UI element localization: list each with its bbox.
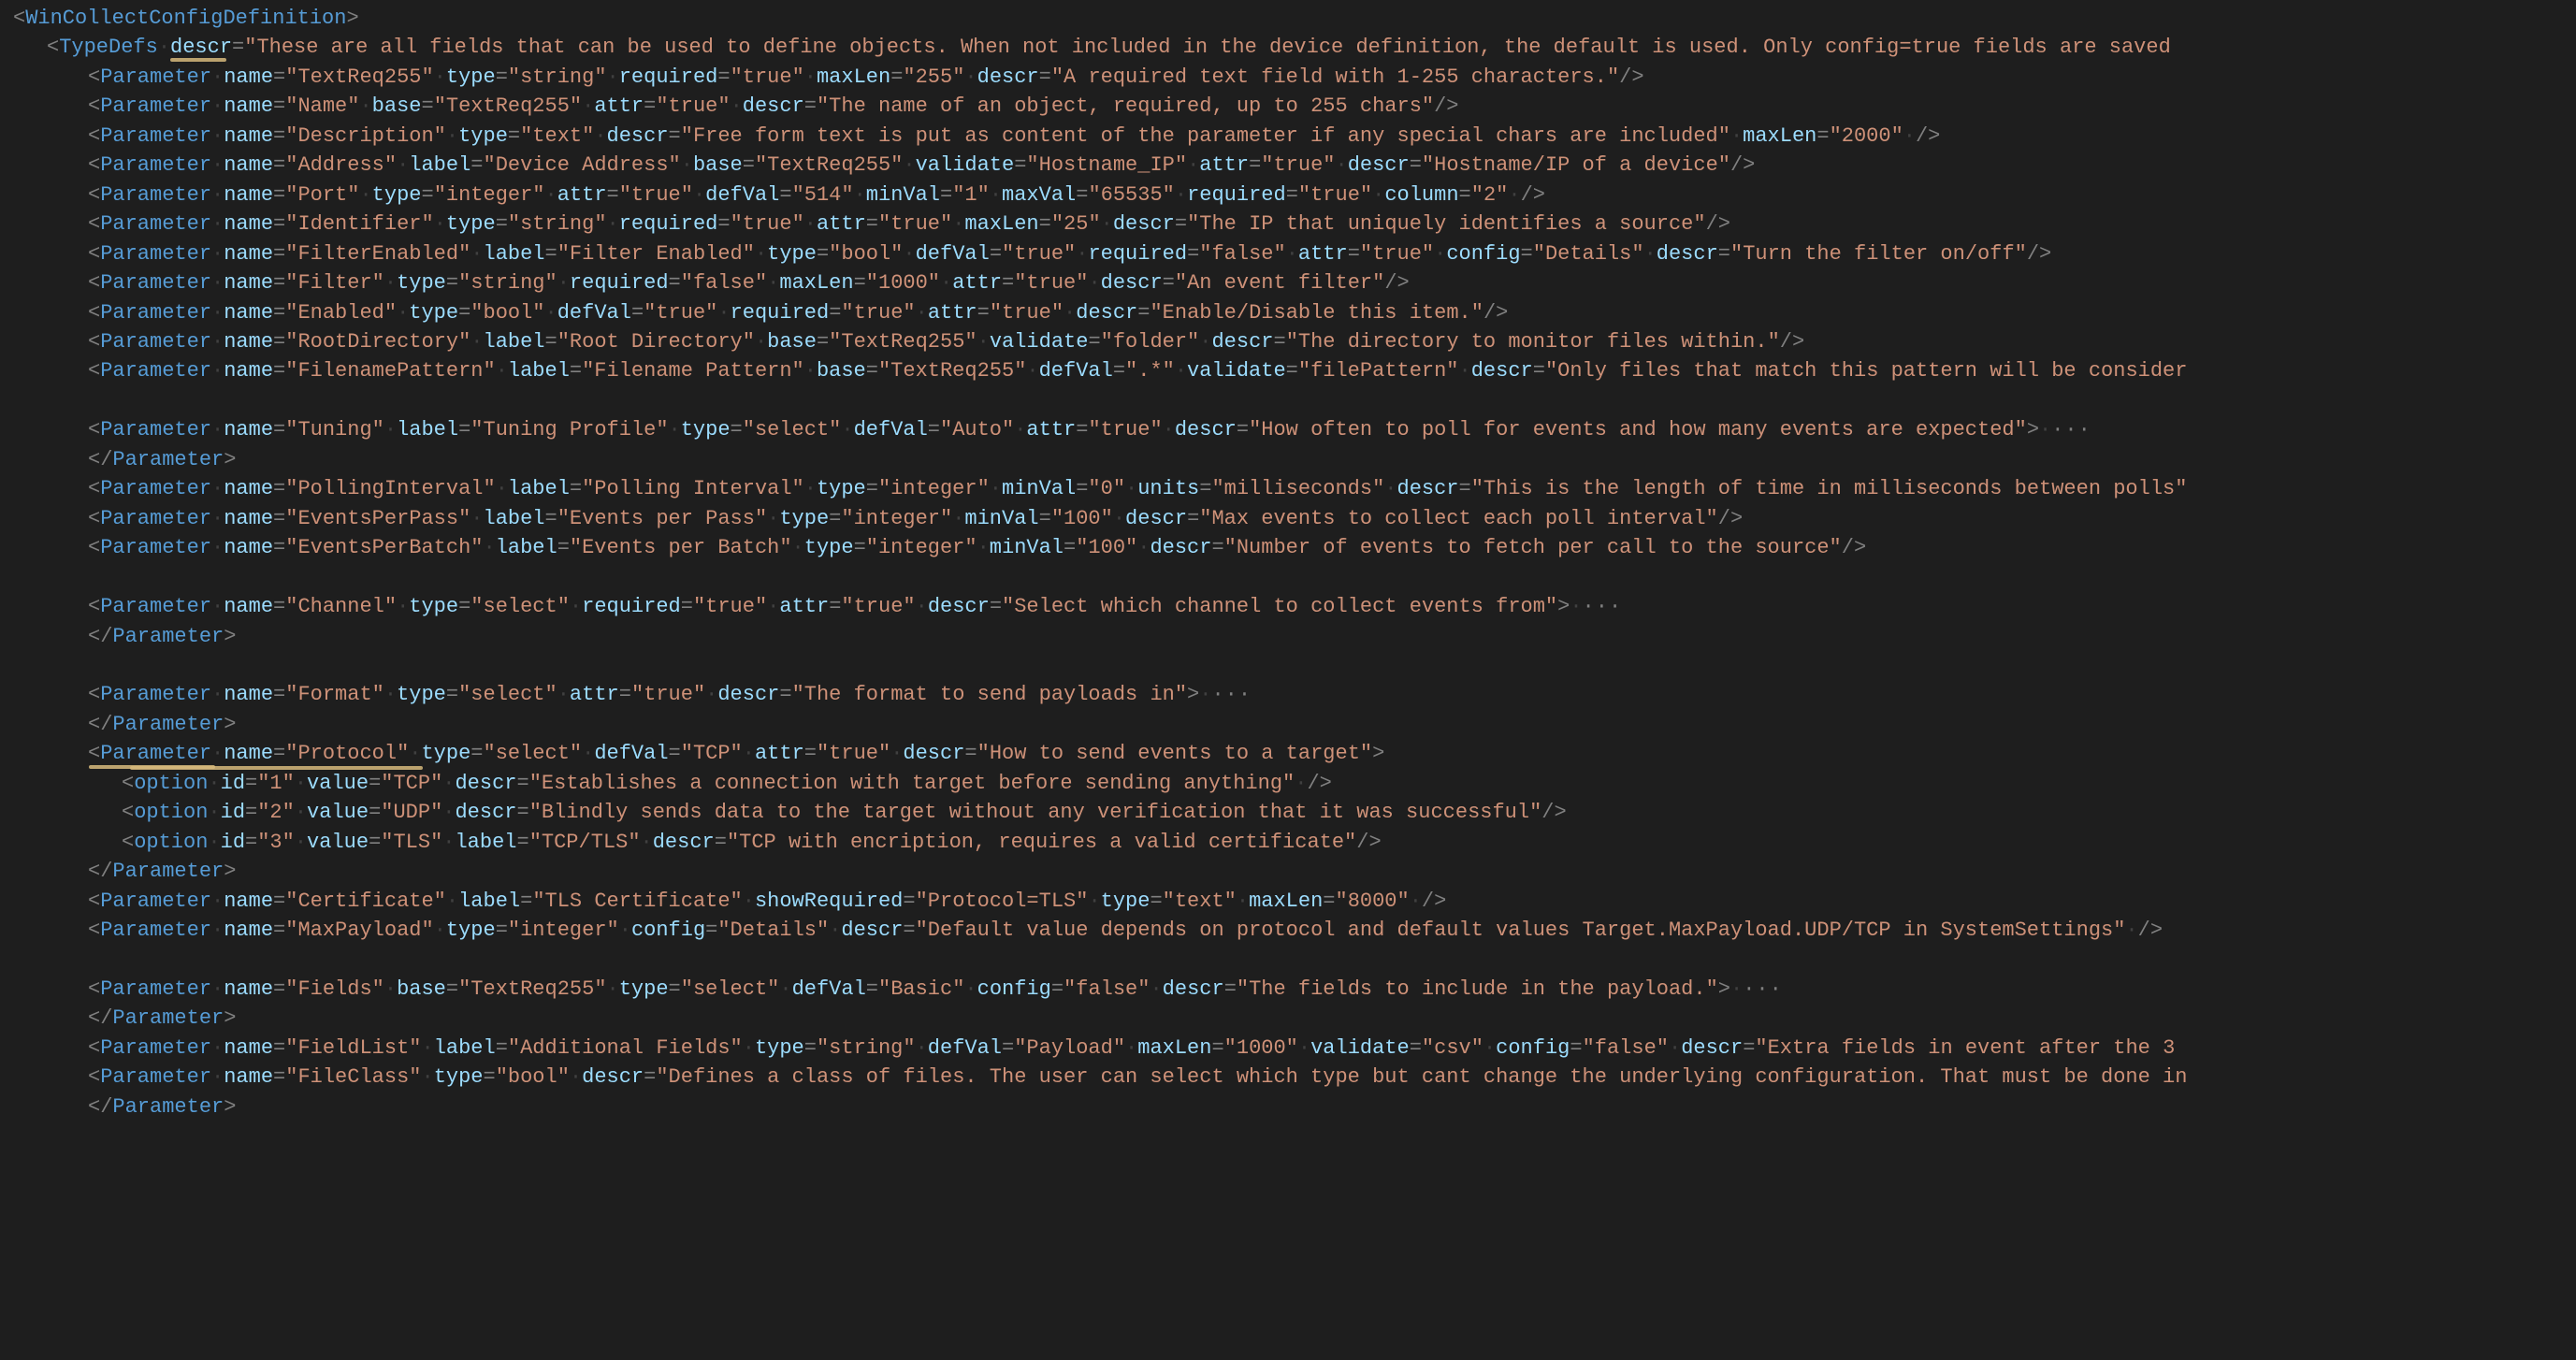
highlight-option [130, 766, 423, 770]
fold-indicator[interactable]: ··· [1583, 595, 1623, 618]
code-line[interactable]: <TypeDefs·descr="These are all fields th… [13, 33, 2576, 62]
code-line[interactable]: </Parameter> [13, 622, 2576, 651]
code-line[interactable]: <Parameter·name="FilenamePattern"·label=… [13, 356, 2576, 385]
code-line[interactable]: <Parameter·name="Filter"·type="string"·r… [13, 268, 2576, 297]
code-line[interactable]: <option·id="1"·value="TCP"·descr="Establ… [13, 769, 2576, 798]
fold-indicator[interactable]: ··· [1743, 977, 1783, 1001]
code-line[interactable]: <Parameter·name="Port"·type="integer"·at… [13, 181, 2576, 210]
highlight-descr [170, 58, 226, 62]
code-line[interactable]: <Parameter·name="FilterEnabled"·label="F… [13, 239, 2576, 268]
code-line[interactable]: <WinCollectConfigDefinition> [13, 4, 2576, 33]
code-line[interactable]: <Parameter·name="MaxPayload"·type="integ… [13, 916, 2576, 945]
code-line[interactable]: <Parameter·name="Enabled"·type="bool"·de… [13, 298, 2576, 327]
code-line[interactable]: <Parameter·name="FileClass"·type="bool"·… [13, 1063, 2576, 1092]
code-line[interactable]: </Parameter> [13, 1092, 2576, 1121]
code-line[interactable]: <Parameter·name="Identifier"·type="strin… [13, 210, 2576, 239]
xml-code-block[interactable]: <WinCollectConfigDefinition><TypeDefs·de… [13, 4, 2576, 1121]
code-line[interactable]: <Parameter·name="RootDirectory"·label="R… [13, 327, 2576, 356]
code-line[interactable]: <Parameter·name="Format"·type="select"·a… [13, 680, 2576, 709]
fold-indicator[interactable]: ··· [1211, 683, 1252, 706]
code-line[interactable]: </Parameter> [13, 445, 2576, 474]
code-line[interactable]: </Parameter> [13, 710, 2576, 739]
code-line[interactable]: <Parameter·name="Fields"·base="TextReq25… [13, 975, 2576, 1004]
code-line[interactable]: </Parameter> [13, 857, 2576, 886]
code-line[interactable]: <Parameter·name="Description"·type="text… [13, 122, 2576, 151]
code-line[interactable]: <option·id="3"·value="TLS"·label="TCP/TL… [13, 828, 2576, 857]
code-line[interactable]: <option·id="2"·value="UDP"·descr="Blindl… [13, 798, 2576, 827]
code-line[interactable]: <Parameter·name="PollingInterval"·label=… [13, 474, 2576, 503]
code-line[interactable]: </Parameter> [13, 1004, 2576, 1033]
code-line[interactable]: <Parameter·name="Certificate"·label="TLS… [13, 887, 2576, 916]
code-line[interactable]: <Parameter·name="EventsPerPass"·label="E… [13, 504, 2576, 533]
code-line[interactable]: <Parameter·name="Tuning"·label="Tuning P… [13, 415, 2576, 444]
code-line[interactable]: <Parameter·name="Address"·label="Device … [13, 151, 2576, 180]
code-line[interactable]: <Parameter·name="Channel"·type="select"·… [13, 592, 2576, 621]
code-line[interactable]: <Parameter·name="Name"·base="TextReq255"… [13, 92, 2576, 121]
code-line[interactable]: <Parameter·name="EventsPerBatch"·label="… [13, 533, 2576, 562]
code-line[interactable]: <Parameter·name="TextReq255"·type="strin… [13, 63, 2576, 92]
code-line[interactable]: <Parameter·name="Protocol"·type="select"… [13, 739, 2576, 768]
fold-indicator[interactable]: ··· [2051, 418, 2091, 441]
code-line[interactable]: <Parameter·name="FieldList"·label="Addit… [13, 1034, 2576, 1063]
